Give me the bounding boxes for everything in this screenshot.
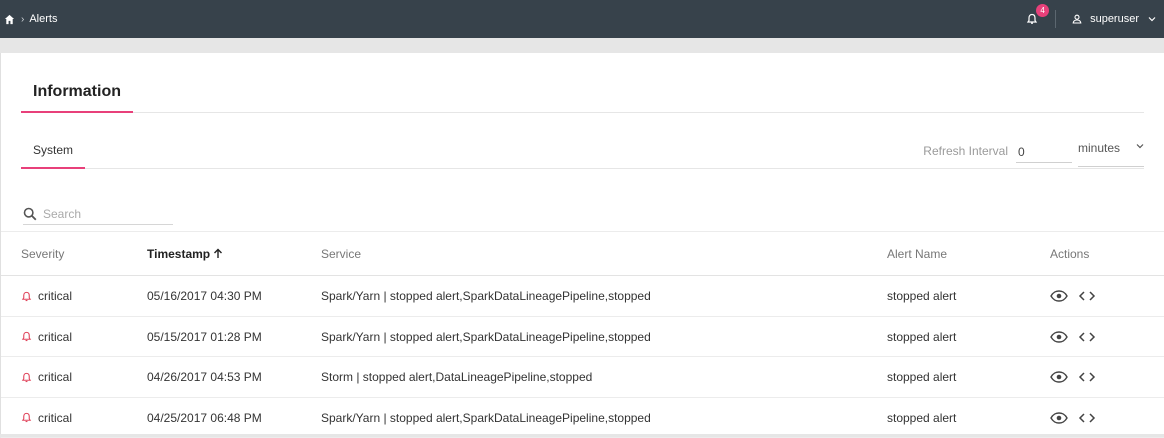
info-tab-bar: Information [21, 79, 1144, 113]
timestamp-cell: 05/15/2017 01:28 PM [147, 317, 262, 357]
home-icon[interactable] [4, 14, 15, 25]
alerts-table: Severity Timestamp Service Alert Name Ac… [1, 231, 1164, 438]
chevron-down-icon [1148, 16, 1156, 22]
column-header-severity[interactable]: Severity [21, 232, 64, 276]
actions-cell [1050, 317, 1106, 357]
alert-name-cell: stopped alert [887, 398, 956, 438]
table-header: Severity Timestamp Service Alert Name Ac… [1, 231, 1164, 276]
search-box [23, 203, 173, 225]
column-header-timestamp[interactable]: Timestamp [147, 232, 223, 276]
bell-icon [21, 372, 32, 383]
bell-icon [21, 412, 32, 423]
column-header-timestamp-label: Timestamp [147, 247, 210, 261]
severity-cell: critical [21, 398, 72, 438]
alerts-panel: Information System Refresh Interval minu… [0, 53, 1164, 434]
user-icon [1072, 14, 1082, 24]
service-cell: Storm | stopped alert,DataLineagePipelin… [321, 357, 592, 397]
eye-icon [1050, 290, 1068, 302]
divider [1055, 10, 1056, 28]
chevron-down-icon [1136, 141, 1144, 166]
eye-icon [1050, 371, 1068, 383]
code-button[interactable] [1078, 290, 1096, 302]
search-icon [23, 207, 43, 221]
breadcrumb-current: Alerts [29, 13, 57, 25]
code-button[interactable] [1078, 412, 1096, 424]
view-button[interactable] [1050, 371, 1068, 383]
notification-count-badge: 4 [1036, 4, 1049, 17]
table-row[interactable]: critical 05/16/2017 04:30 PM Spark/Yarn … [1, 276, 1164, 317]
severity-cell: critical [21, 317, 72, 357]
code-button[interactable] [1078, 331, 1096, 343]
alert-name-cell: stopped alert [887, 276, 956, 316]
code-icon [1078, 412, 1096, 424]
service-cell: Spark/Yarn | stopped alert,SparkDataLine… [321, 398, 651, 438]
severity-value: critical [38, 317, 72, 357]
code-icon [1078, 290, 1096, 302]
user-name: superuser [1090, 13, 1139, 25]
alert-name-cell: stopped alert [887, 317, 956, 357]
actions-cell [1050, 357, 1106, 397]
bell-icon [21, 291, 32, 302]
bell-icon [1026, 13, 1038, 25]
refresh-unit-select[interactable]: minutes [1078, 141, 1144, 167]
table-row[interactable]: critical 05/15/2017 01:28 PM Spark/Yarn … [1, 317, 1164, 358]
bell-icon [21, 331, 32, 342]
eye-icon [1050, 412, 1068, 424]
timestamp-cell: 04/26/2017 04:53 PM [147, 357, 262, 397]
severity-cell: critical [21, 357, 72, 397]
table-row[interactable]: critical 04/25/2017 06:48 PM Spark/Yarn … [1, 398, 1164, 438]
code-icon [1078, 331, 1096, 343]
table-row[interactable]: critical 04/26/2017 04:53 PM Storm | sto… [1, 357, 1164, 398]
refresh-interval-control: Refresh Interval minutes [923, 141, 1144, 167]
actions-cell [1050, 398, 1106, 438]
tab-system[interactable]: System [21, 139, 85, 169]
timestamp-cell: 05/16/2017 04:30 PM [147, 276, 262, 316]
severity-cell: critical [21, 276, 72, 316]
table-body: critical 05/16/2017 04:30 PM Spark/Yarn … [1, 276, 1164, 438]
tab-information[interactable]: Information [21, 79, 133, 113]
view-button[interactable] [1050, 412, 1068, 424]
severity-value: critical [38, 398, 72, 438]
severity-value: critical [38, 357, 72, 397]
notifications-button[interactable]: 4 [1023, 10, 1041, 28]
refresh-interval-input[interactable] [1016, 141, 1072, 163]
alert-name-cell: stopped alert [887, 357, 956, 397]
code-button[interactable] [1078, 371, 1096, 383]
eye-icon [1050, 331, 1068, 343]
refresh-unit-value: minutes [1078, 141, 1120, 166]
top-navigation-bar: › Alerts 4 superuser [0, 0, 1164, 38]
severity-value: critical [38, 276, 72, 316]
search-input[interactable] [43, 207, 163, 221]
refresh-interval-label: Refresh Interval [923, 141, 1008, 161]
service-cell: Spark/Yarn | stopped alert,SparkDataLine… [321, 276, 651, 316]
breadcrumb-separator: › [21, 14, 24, 25]
view-button[interactable] [1050, 290, 1068, 302]
timestamp-cell: 04/25/2017 06:48 PM [147, 398, 262, 438]
user-menu[interactable]: superuser [1072, 13, 1156, 25]
breadcrumb: › Alerts [4, 13, 57, 25]
service-cell: Spark/Yarn | stopped alert,SparkDataLine… [321, 317, 651, 357]
column-header-alert-name[interactable]: Alert Name [887, 232, 947, 276]
column-header-actions: Actions [1050, 232, 1089, 276]
sort-ascending-icon [213, 248, 223, 259]
code-icon [1078, 371, 1096, 383]
column-header-service[interactable]: Service [321, 232, 361, 276]
actions-cell [1050, 276, 1106, 316]
view-button[interactable] [1050, 331, 1068, 343]
